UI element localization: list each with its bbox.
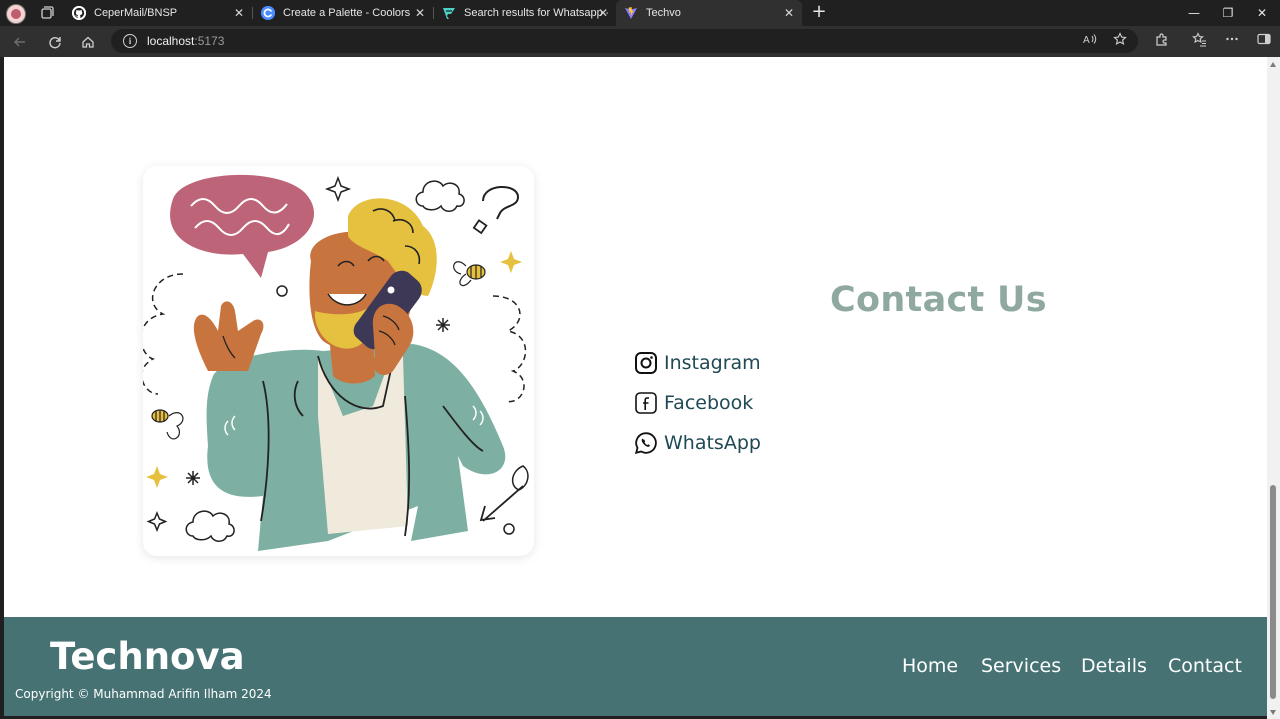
- minimize-button[interactable]: —: [1176, 0, 1212, 26]
- arrow-left-icon: [14, 37, 25, 47]
- copyright-text: Copyright © Muhammad Arifin Ilham 2024: [15, 687, 272, 701]
- social-label: Instagram: [664, 352, 761, 374]
- favorite-star-icon[interactable]: [1111, 30, 1129, 48]
- close-icon[interactable]: ✕: [234, 6, 244, 20]
- person-on-phone-illustration: [143, 174, 529, 551]
- footer-nav-home[interactable]: Home: [902, 655, 958, 677]
- social-label: WhatsApp: [664, 432, 761, 454]
- tab-techvo[interactable]: Techvo ✕: [616, 0, 802, 26]
- tab-flaticon[interactable]: Search results for Whatsapp - Fla ✕: [434, 0, 616, 26]
- tab-title: Search results for Whatsapp - Fla: [464, 7, 608, 19]
- more-menu-icon[interactable]: [1223, 30, 1241, 48]
- tab-coolors[interactable]: Create a Palette - Coolors ✕: [253, 0, 433, 26]
- social-link-whatsapp[interactable]: WhatsApp: [634, 430, 761, 456]
- close-window-button[interactable]: ✕: [1244, 0, 1280, 26]
- extensions-icon[interactable]: [1152, 30, 1170, 48]
- site-footer: Technova Copyright © Muhammad Arifin Ilh…: [4, 617, 1267, 716]
- tab-title: CeperMail/BNSP: [94, 7, 178, 19]
- new-tab-button[interactable]: +: [809, 2, 829, 22]
- scroll-down-arrow-icon[interactable]: [1270, 710, 1276, 715]
- social-link-instagram[interactable]: Instagram: [634, 350, 761, 376]
- restore-button[interactable]: ❐: [1210, 0, 1246, 26]
- tab-title: Create a Palette - Coolors: [283, 7, 411, 19]
- tab-cepermail[interactable]: CeperMail/BNSP ✕: [64, 0, 252, 26]
- tab-title: Techvo: [646, 7, 681, 19]
- instagram-icon: [635, 352, 657, 374]
- footer-nav-details[interactable]: Details: [1081, 655, 1147, 677]
- close-icon[interactable]: ✕: [598, 6, 608, 20]
- social-link-facebook[interactable]: Facebook: [634, 390, 753, 416]
- sidebar-toggle-icon[interactable]: [1255, 30, 1273, 48]
- read-aloud-icon[interactable]: A: [1081, 30, 1099, 48]
- page-scrollbar[interactable]: [1267, 57, 1280, 719]
- svg-text:A: A: [1083, 35, 1090, 46]
- whatsapp-icon: [634, 432, 657, 455]
- contact-illustration: [143, 166, 534, 556]
- coolors-icon: [261, 6, 275, 20]
- footer-nav-services[interactable]: Services: [981, 655, 1061, 677]
- home-button[interactable]: [76, 30, 100, 54]
- back-button[interactable]: [8, 30, 32, 54]
- address-bar[interactable]: i localhost:5173: [111, 29, 1138, 53]
- profile-avatar-icon[interactable]: [6, 4, 26, 24]
- scrollbar-thumb[interactable]: [1270, 485, 1276, 699]
- flaticon-icon: [442, 6, 456, 20]
- page-viewport: Contact Us Instagram Facebook WhatsApp T…: [4, 57, 1267, 716]
- browser-toolbar: i localhost:5173 A: [0, 26, 1280, 57]
- site-info-icon[interactable]: i: [123, 34, 137, 48]
- contact-title: Contact Us: [830, 280, 1047, 320]
- url-host: localhost: [147, 34, 195, 48]
- github-icon: [72, 6, 86, 20]
- scroll-up-arrow-icon[interactable]: [1270, 62, 1276, 67]
- home-icon: [82, 36, 94, 48]
- vite-icon: [624, 6, 638, 20]
- social-label: Facebook: [664, 392, 754, 414]
- footer-brand[interactable]: Technova: [50, 635, 245, 678]
- close-icon[interactable]: ✕: [415, 6, 425, 20]
- workspaces-icon[interactable]: [38, 4, 56, 22]
- reload-icon: [49, 37, 61, 49]
- url-port: :5173: [194, 34, 225, 48]
- browser-tab-bar: CeperMail/BNSP ✕ Create a Palette - Cool…: [0, 0, 1280, 26]
- facebook-icon: [635, 392, 657, 414]
- close-icon[interactable]: ✕: [784, 6, 794, 20]
- footer-nav-contact[interactable]: Contact: [1168, 655, 1242, 677]
- favorites-list-icon[interactable]: [1190, 30, 1208, 48]
- reload-button[interactable]: [43, 30, 67, 54]
